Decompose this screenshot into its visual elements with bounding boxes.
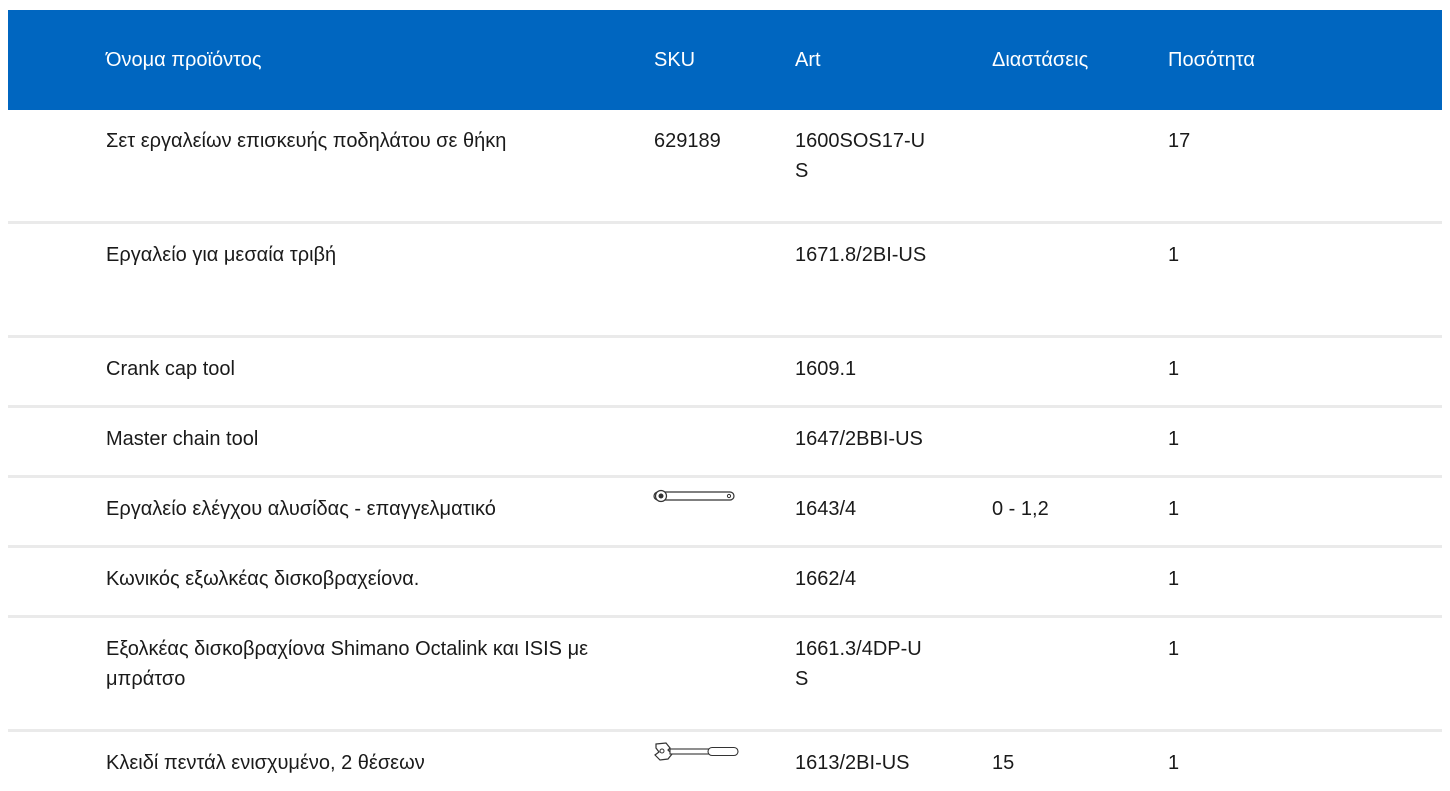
- header-name[interactable]: Όνομα προϊόντος: [8, 45, 654, 75]
- product-quantity: 1: [1168, 428, 1180, 450]
- header-quantity[interactable]: Ποσότητα: [1168, 45, 1318, 75]
- pedal-wrench-icon: [654, 742, 739, 761]
- product-art: 1662/4: [795, 548, 992, 594]
- product-quantity: 1: [1168, 498, 1180, 520]
- product-sku: [654, 548, 795, 564]
- product-dimensions: [992, 110, 1168, 126]
- product-name[interactable]: Εργαλείο για μεσαία τριβή: [8, 224, 654, 270]
- header-art[interactable]: Art: [795, 45, 992, 75]
- product-quantity: 17: [1168, 130, 1191, 152]
- product-art: 1600SOS17-US: [795, 110, 992, 186]
- product-name[interactable]: Crank cap tool: [8, 338, 654, 384]
- product-sku: [654, 224, 795, 240]
- table-row[interactable]: Σετ εργαλείων επισκευής ποδηλάτου σε θήκ…: [8, 110, 1442, 224]
- product-name[interactable]: Κλειδί πεντάλ ενισχυμένο, 2 θέσεων: [8, 732, 654, 778]
- table-row[interactable]: Crank cap tool 1609.1 1: [8, 338, 1442, 408]
- table-row[interactable]: Εργαλείο ελέγχου αλυσίδας - επαγγελματικ…: [8, 478, 1442, 548]
- product-sku: [654, 732, 795, 764]
- product-art-value: 1600SOS17-US: [795, 130, 926, 182]
- product-art: 1613/2BI-US: [795, 732, 992, 778]
- product-art-value: 1662/4: [795, 568, 857, 590]
- chain-checker-tool-icon: [653, 489, 735, 503]
- product-dimensions: [992, 548, 1168, 564]
- product-art-value: 1613/2BI-US: [795, 752, 910, 774]
- header-dimensions[interactable]: Διαστάσεις: [992, 45, 1168, 75]
- product-art: 1643/4: [795, 478, 992, 524]
- product-art: 1661.3/4DP-US: [795, 618, 992, 694]
- product-name[interactable]: Σετ εργαλείων επισκευής ποδηλάτου σε θήκ…: [8, 110, 654, 156]
- product-quantity: 1: [1168, 568, 1180, 590]
- product-dimensions: [992, 618, 1168, 634]
- product-art-value: 1661.3/4DP-US: [795, 638, 922, 690]
- product-quantity: 1: [1168, 244, 1180, 266]
- table-row[interactable]: Master chain tool 1647/2BBI-US 1: [8, 408, 1442, 478]
- product-sku: [654, 408, 795, 424]
- product-quantity: 1: [1168, 638, 1180, 660]
- product-dimensions: 15: [992, 752, 1015, 774]
- product-quantity: 1: [1168, 752, 1180, 774]
- product-name[interactable]: Εργαλείο ελέγχου αλυσίδας - επαγγελματικ…: [8, 478, 654, 524]
- product-sku: 629189: [654, 130, 721, 152]
- product-art: 1647/2BBI-US: [795, 408, 992, 454]
- product-art: 1671.8/2BI-US: [795, 224, 992, 270]
- product-art-value: 1609.1: [795, 358, 857, 380]
- header-sku[interactable]: SKU: [654, 45, 795, 75]
- product-art-value: 1671.8/2BI-US: [795, 244, 927, 266]
- product-sku: [654, 338, 795, 354]
- table-row[interactable]: Κλειδί πεντάλ ενισχυμένο, 2 θέσεων 1613/…: [8, 732, 1442, 791]
- product-dimensions: [992, 338, 1168, 354]
- table-header: Όνομα προϊόντος SKU Art Διαστάσεις Ποσότ…: [8, 10, 1442, 110]
- product-art-value: 1647/2BBI-US: [795, 428, 923, 450]
- product-sku: [653, 478, 795, 506]
- table-row[interactable]: Εργαλείο για μεσαία τριβή 1671.8/2BI-US …: [8, 224, 1442, 338]
- product-name[interactable]: Master chain tool: [8, 408, 654, 454]
- product-quantity: 1: [1168, 358, 1180, 380]
- table-row[interactable]: Εξολκέας δισκοβραχίονα Shimano Octalink …: [8, 618, 1442, 732]
- product-art-value: 1643/4: [795, 498, 857, 520]
- product-table: Όνομα προϊόντος SKU Art Διαστάσεις Ποσότ…: [8, 10, 1442, 791]
- product-sku: [654, 618, 795, 634]
- product-dimensions: [992, 408, 1168, 424]
- product-dimensions: [992, 224, 1168, 240]
- product-dimensions: 0 - 1,2: [992, 498, 1049, 520]
- product-name[interactable]: Εξολκέας δισκοβραχίονα Shimano Octalink …: [8, 618, 654, 694]
- product-name[interactable]: Κωνικός εξωλκέας δισκοβραχείονα.: [8, 548, 654, 594]
- table-row[interactable]: Κωνικός εξωλκέας δισκοβραχείονα. 1662/4 …: [8, 548, 1442, 618]
- product-art: 1609.1: [795, 338, 992, 384]
